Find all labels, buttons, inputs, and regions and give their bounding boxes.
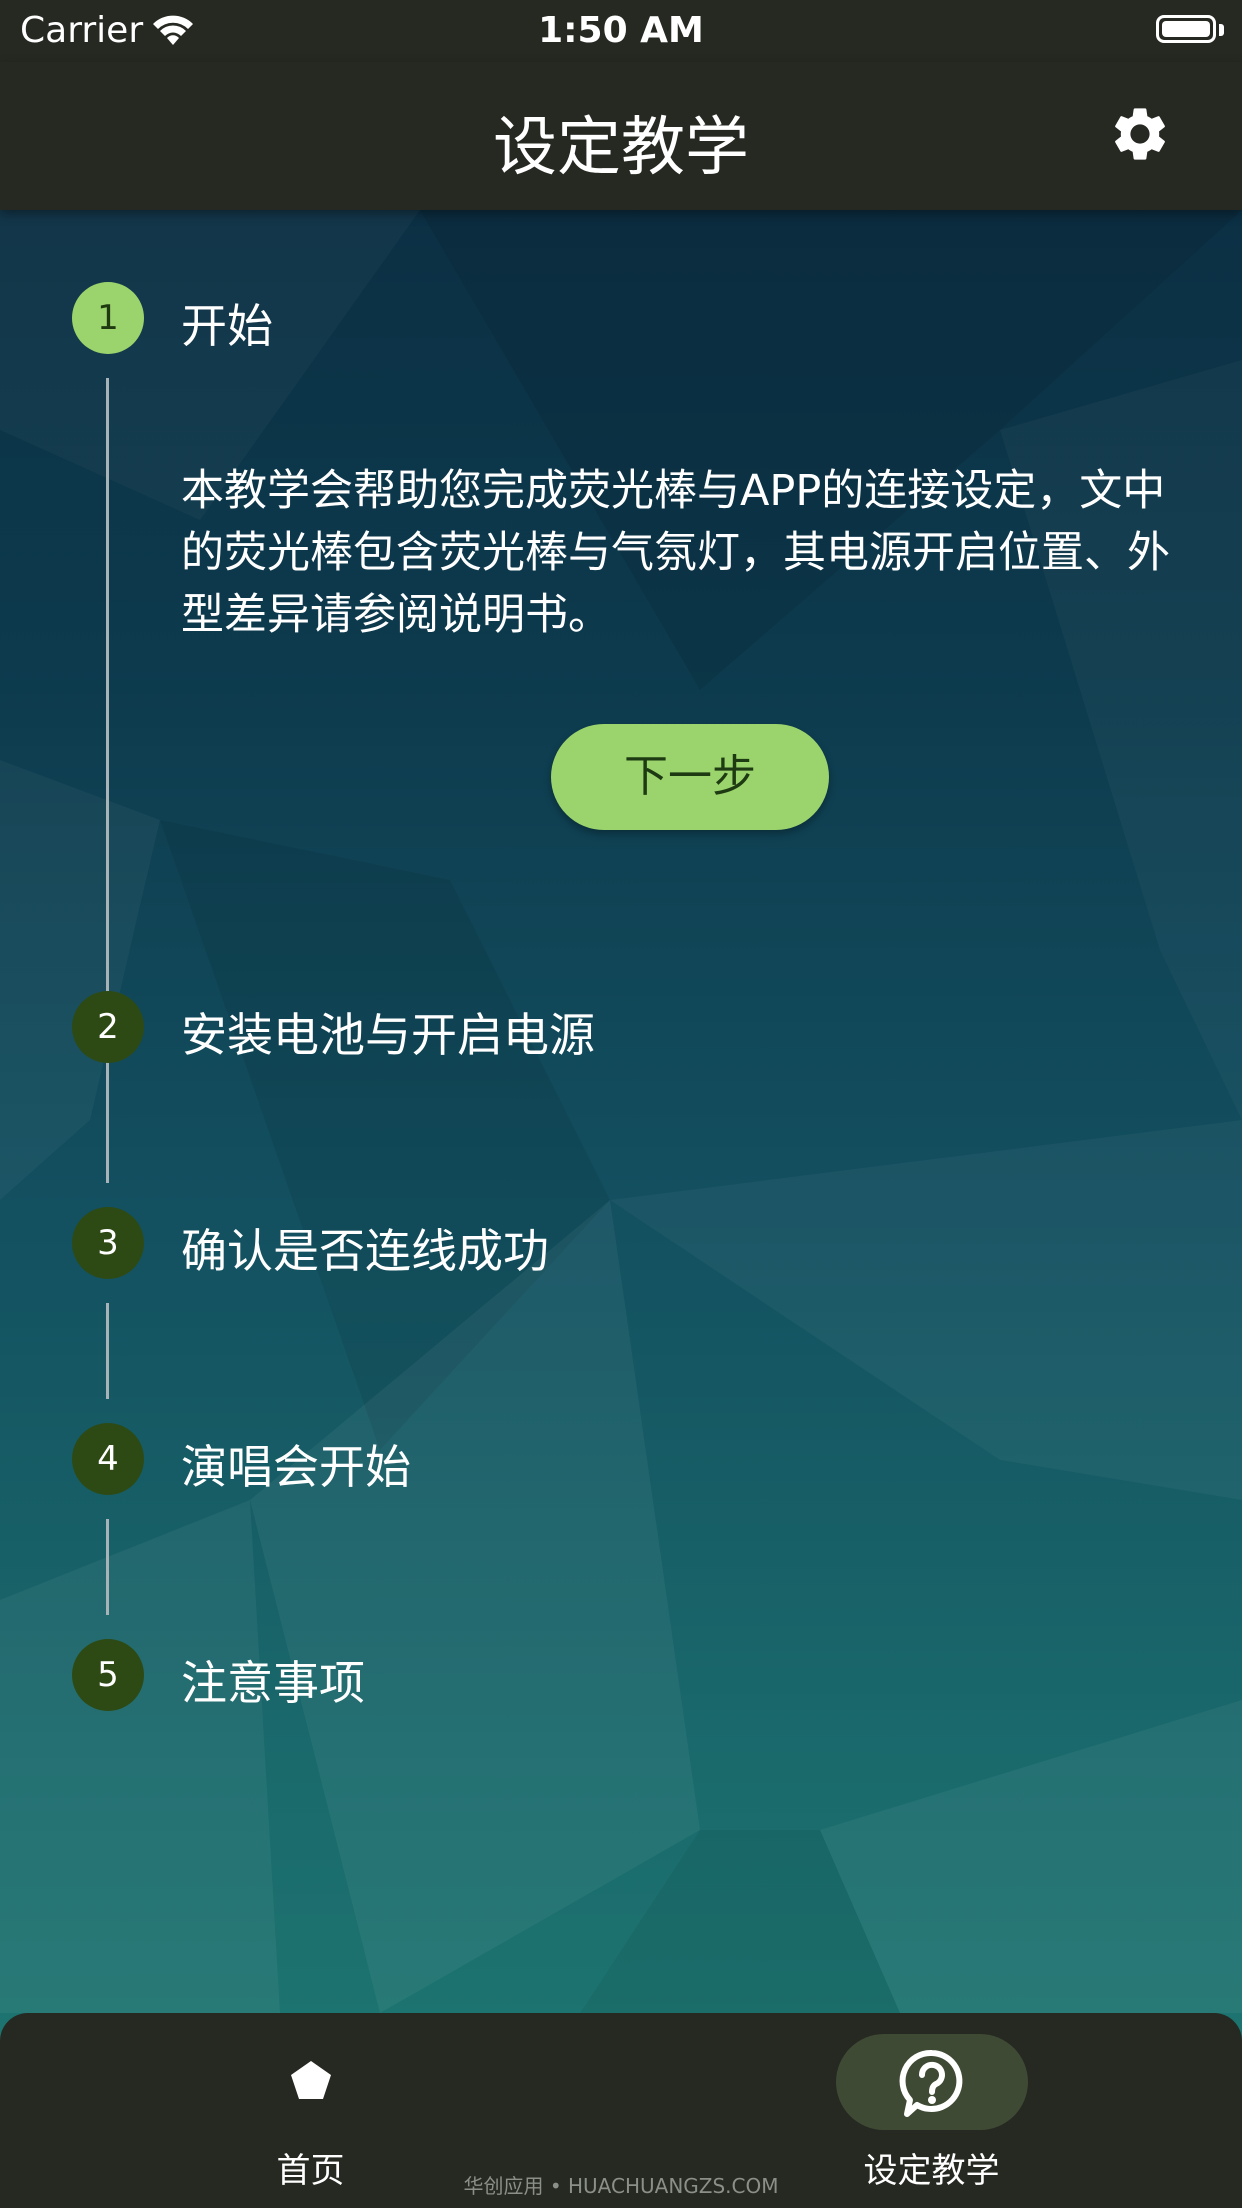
battery-icon <box>1156 15 1216 43</box>
step-title-confirm-connection[interactable]: 确认是否连线成功 <box>181 1215 549 1281</box>
step-title-install-battery[interactable]: 安装电池与开启电源 <box>181 999 595 1065</box>
navigation-bar: 设定教学 <box>0 62 1242 210</box>
step-number-1: 1 <box>72 282 144 354</box>
step-number-3: 3 <box>72 1207 144 1279</box>
step-title-start[interactable]: 开始 <box>181 290 273 356</box>
step-number-5: 5 <box>72 1639 144 1711</box>
step-title-concert-start[interactable]: 演唱会开始 <box>181 1431 411 1497</box>
watermark-text: 华创应用 • HUACHUANGZS.COM <box>463 2174 779 2198</box>
step-title-notes[interactable]: 注意事项 <box>181 1647 365 1713</box>
step-number-2: 2 <box>72 991 144 1063</box>
step-connector-line <box>106 1519 109 1615</box>
clock-time: 1:50 AM <box>538 10 704 51</box>
next-step-button[interactable]: 下一步 <box>551 724 829 830</box>
pentagon-icon <box>291 2061 331 2099</box>
page-title: 设定教学 <box>493 111 749 185</box>
help-bubble-icon <box>899 2049 963 2117</box>
status-bar: Carrier 1:50 AM <box>0 0 1242 62</box>
gear-icon[interactable] <box>1108 102 1172 166</box>
step-number-4: 4 <box>72 1423 144 1495</box>
step-description: 本教学会帮助您完成荧光棒与APP的连接设定，文中的荧光棒包含荧光棒与气氛灯，其电… <box>181 466 1170 640</box>
step-connector-line <box>106 1087 109 1183</box>
battery-cap <box>1219 24 1224 36</box>
step-connector-line <box>106 1303 109 1399</box>
